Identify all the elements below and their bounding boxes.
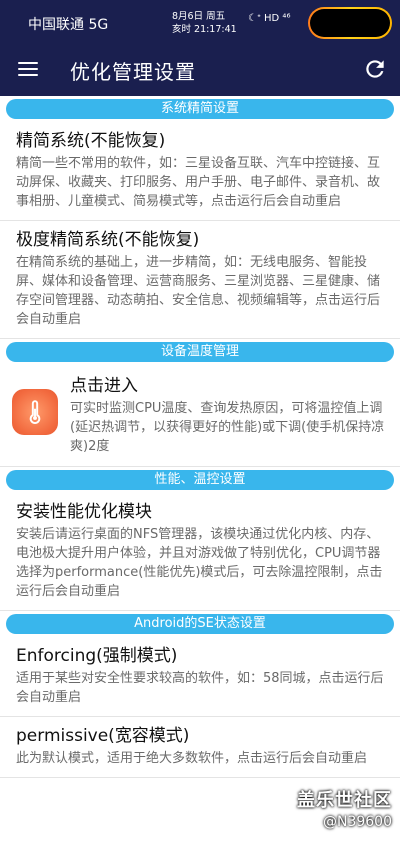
section-header-label: 设备温度管理 [6, 342, 394, 362]
page-title: 优化管理设置 [70, 60, 196, 84]
section-header-label: 系统精简设置 [6, 99, 394, 119]
item-title: 极度精简系统(不能恢复) [16, 230, 200, 250]
item-description: 适用于某些对安全性要求较高的软件，如：58同城，点击运行后会自动重启 [16, 671, 384, 705]
item-title: 精简系统(不能恢复) [16, 131, 166, 151]
section-header-label: 性能、温控设置 [6, 470, 394, 490]
status-pill[interactable] [308, 7, 392, 39]
settings-list[interactable]: 系统精简设置 精简系统(不能恢复) 精简一些不常用的软件，如：三星设备互联、汽车… [0, 96, 400, 844]
install-perf-module-item[interactable]: 安装性能优化模块 安装后请运行桌面的NFS管理器，该模块通过优化内核、内存、电池… [0, 493, 400, 611]
item-description: 此为默认模式，适用于绝大多数软件，点击运行后会自动重启 [16, 751, 368, 766]
refresh-icon[interactable] [362, 56, 388, 82]
status-datetime: 8月6日 周五 亥时 21:17:41 [172, 10, 237, 36]
section-header-label: Android的SE状态设置 [6, 614, 394, 634]
watermark: 盖乐世社区 @N39600 [297, 786, 392, 830]
watermark-title: 盖乐世社区 [297, 790, 392, 811]
item-description: 在精简系统的基础上，进一步精简，如：无线电服务、智能投屏、媒体和设备管理、运营商… [16, 255, 381, 327]
section-header-perf: 性能、温控设置 [0, 467, 400, 493]
item-title: permissive(宽容模式) [16, 726, 190, 746]
section-header-temp: 设备温度管理 [0, 339, 400, 365]
carrier-label: 中国联通 5G [28, 17, 109, 33]
item-title: 点击进入 [70, 376, 138, 396]
enforcing-mode-item[interactable]: Enforcing(强制模式) 适用于某些对安全性要求较高的软件，如：58同城，… [0, 637, 400, 717]
item-description: 安装后请运行桌面的NFS管理器，该模块通过优化内核、内存、电池极大提升用户体验，… [16, 527, 383, 599]
item-title: Enforcing(强制模式) [16, 646, 178, 666]
item-description: 可实时监测CPU温度、查询发热原因，可将温控值上调(延迟热调节，以获得更好的性能… [70, 401, 385, 454]
status-date: 8月6日 周五 [172, 11, 226, 22]
status-bar: 中国联通 5G 8月6日 周五 亥时 21:17:41 ☾ᐩ HD ⁴⁶ [0, 0, 400, 44]
item-title: 安装性能优化模块 [16, 502, 152, 522]
extreme-slim-system-item[interactable]: 极度精简系统(不能恢复) 在精简系统的基础上，进一步精简，如：无线电服务、智能投… [0, 221, 400, 339]
thermometer-icon [12, 389, 58, 435]
section-header-selinux: Android的SE状态设置 [0, 611, 400, 637]
item-description: 精简一些不常用的软件，如：三星设备互联、汽车中控链接、互动屏保、收藏夹、打印服务… [16, 156, 381, 209]
watermark-user: @N39600 [322, 814, 392, 830]
status-time: 亥时 21:17:41 [172, 24, 237, 35]
app-bar: 优化管理设置 [0, 44, 400, 96]
temperature-entry-item[interactable]: 点击进入 可实时监测CPU温度、查询发热原因，可将温控值上调(延迟热调节，以获得… [0, 365, 400, 467]
permissive-mode-item[interactable]: permissive(宽容模式) 此为默认模式，适用于绝大多数软件，点击运行后会… [0, 717, 400, 778]
menu-icon[interactable] [16, 58, 40, 82]
slim-system-item[interactable]: 精简系统(不能恢复) 精简一些不常用的软件，如：三星设备互联、汽车中控链接、互动… [0, 122, 400, 221]
system-icons: ☾ᐩ HD ⁴⁶ [248, 13, 291, 24]
section-header-slim: 系统精简设置 [0, 96, 400, 122]
